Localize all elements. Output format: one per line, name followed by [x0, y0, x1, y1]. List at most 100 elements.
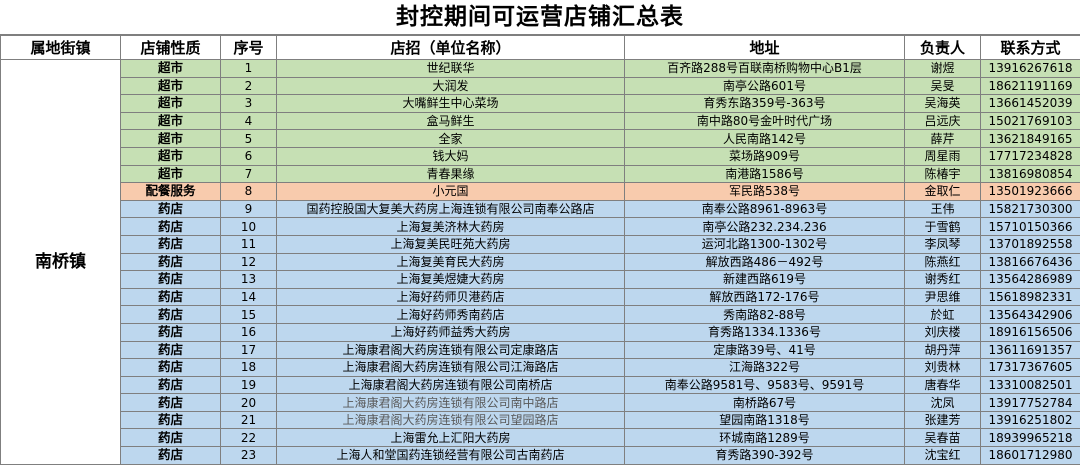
sheet-title: 封控期间可运营店铺汇总表	[0, 0, 1080, 35]
table-row: 药店 13 上海复美煜婕大药房 新建西路619号 谢秀红 13564286989	[1, 270, 1080, 289]
store-name-cell: 国药控股国大复美大药房上海连锁有限公司南奉公路店	[276, 199, 625, 219]
manager-cell: 金取仁	[904, 182, 981, 201]
header-town: 属地街镇	[0, 35, 121, 60]
manager-cell: 李凤琴	[904, 234, 981, 254]
store-name-cell: 上海康君阁大药房连锁有限公司定康路店	[276, 340, 625, 360]
address-cell: 南奉公路9581号、9583号、9591号	[624, 375, 905, 395]
number-cell: 13	[220, 270, 277, 289]
store-type-cell: 药店	[120, 199, 221, 219]
contact-cell: 18621191169	[980, 76, 1080, 96]
contact-cell: 15821730300	[980, 199, 1080, 219]
store-name-cell: 上海复美煜婕大药房	[276, 270, 625, 289]
contact-cell: 15021769103	[980, 111, 1080, 131]
contact-cell: 18916156506	[980, 322, 1080, 342]
number-cell: 7	[220, 164, 277, 184]
store-type-cell: 药店	[120, 428, 221, 448]
store-name-cell: 青春果缘	[276, 164, 625, 184]
table-row: 药店 21 上海康君阁大药房连锁有限公司望园路店 望园南路1318号 张建芳 139162…	[1, 410, 1080, 430]
number-cell: 2	[220, 76, 277, 96]
manager-cell: 沈宝红	[904, 446, 981, 465]
store-type-cell: 药店	[120, 375, 221, 395]
contact-cell: 18601712980	[980, 446, 1080, 465]
store-type-cell: 超市	[120, 94, 221, 113]
store-name-cell: 大润发	[276, 76, 625, 96]
address-cell: 南亭公路232.234.236	[624, 217, 905, 236]
header-store-type: 店铺性质	[120, 35, 221, 60]
header-number: 序号	[220, 35, 277, 60]
table-row: 药店 10 上海复美济林大药房 南亭公路232.234.236 于雪鹤 157101503…	[1, 217, 1080, 236]
contact-cell: 13917752784	[980, 393, 1080, 412]
header-manager: 负责人	[904, 35, 981, 60]
store-name-cell: 上海复美民旺苑大药房	[276, 234, 625, 254]
contact-cell: 13564286989	[980, 270, 1080, 289]
table-row: 南桥镇 超市 1 世纪联华 百齐路288号百联南桥购物中心B1层 谢煜 1391626761…	[0, 59, 1080, 465]
number-cell: 22	[220, 428, 277, 448]
number-cell: 9	[220, 199, 277, 219]
manager-cell: 于雪鹤	[904, 217, 981, 236]
header-address: 地址	[624, 35, 905, 60]
manager-cell: 胡丹萍	[904, 340, 981, 360]
spreadsheet: 封控期间可运营店铺汇总表 属地街镇 店铺性质 序号 店招（单位名称） 地址 负责…	[0, 0, 1080, 468]
table-row: 超市 5 全家 人民南路142号 薛芹 13621849165	[1, 129, 1080, 148]
address-cell: 望园南路1318号	[624, 410, 905, 430]
header-row: 属地街镇 店铺性质 序号 店招（单位名称） 地址 负责人 联系方式	[0, 35, 1080, 60]
table-row: 超市 7 青春果缘 南港路1586号 陈椿宇 13816980854	[1, 164, 1080, 184]
number-cell: 6	[220, 146, 277, 166]
store-type-cell: 药店	[120, 358, 221, 377]
table-row: 药店 23 上海人和堂国药连锁经营有限公司古南药店 育秀路390-392号 沈宝红 186…	[1, 446, 1080, 465]
table-row: 药店 19 上海康君阁大药房连锁有限公司南桥店 南奉公路9581号、9583号、959…	[1, 375, 1080, 395]
table-row: 超市 2 大润发 南亭公路601号 吴旻 18621191169	[1, 76, 1080, 96]
address-cell: 人民南路142号	[624, 129, 905, 148]
table-row: 药店 14 上海好药师贝港药店 解放西路172-176号 尹思维 15618982331	[1, 287, 1080, 307]
number-cell: 3	[220, 94, 277, 113]
table-row: 药店 17 上海康君阁大药房连锁有限公司定康路店 定康路39号、41号 胡丹萍 13611…	[1, 340, 1080, 360]
store-type-cell: 药店	[120, 393, 221, 412]
store-type-cell: 超市	[120, 76, 221, 96]
address-cell: 定康路39号、41号	[624, 340, 905, 360]
manager-cell: 王伟	[904, 199, 981, 219]
store-name-cell: 全家	[276, 129, 625, 148]
address-cell: 南亭公路601号	[624, 76, 905, 96]
store-type-cell: 药店	[120, 252, 221, 272]
contact-cell: 13816676436	[980, 252, 1080, 272]
address-cell: 新建西路619号	[624, 270, 905, 289]
table-row: 药店 16 上海好药师益秀大药房 育秀路1334.1336号 刘庆楼 1891615650…	[1, 322, 1080, 342]
store-type-cell: 药店	[120, 340, 221, 360]
address-cell: 环城南路1289号	[624, 428, 905, 448]
store-name-cell: 上海复美育民大药房	[276, 252, 625, 272]
contact-cell: 13701892558	[980, 234, 1080, 254]
store-name-cell: 钱大妈	[276, 146, 625, 166]
table-row: 药店 20 上海康君阁大药房连锁有限公司南中路店 南桥路67号 沈凤 1391775278…	[1, 393, 1080, 412]
address-cell: 南桥路67号	[624, 393, 905, 412]
manager-cell: 吴旻	[904, 76, 981, 96]
address-cell: 秀南路82-88号	[624, 305, 905, 324]
store-name-cell: 盒马鲜生	[276, 111, 625, 131]
contact-cell: 13621849165	[980, 129, 1080, 148]
address-cell: 南港路1586号	[624, 164, 905, 184]
header-store-name: 店招（单位名称）	[276, 35, 625, 60]
manager-cell: 吕远庆	[904, 111, 981, 131]
store-type-cell: 超市	[120, 111, 221, 131]
number-cell: 4	[220, 111, 277, 131]
manager-cell: 吴海英	[904, 94, 981, 113]
store-name-cell: 上海好药师秀南药店	[276, 305, 625, 324]
store-name-cell: 上海康君阁大药房连锁有限公司南中路店	[276, 393, 625, 412]
contact-cell: 13501923666	[980, 182, 1080, 201]
address-cell: 育秀东路359号-363号	[624, 94, 905, 113]
manager-cell: 周星雨	[904, 146, 981, 166]
manager-cell: 唐春华	[904, 375, 981, 395]
contact-cell: 13611691357	[980, 340, 1080, 360]
contact-cell: 13916267618	[980, 59, 1080, 78]
number-cell: 10	[220, 217, 277, 236]
number-cell: 19	[220, 375, 277, 395]
table-row: 超市 6 钱大妈 菜场路909号 周星雨 17717234828	[1, 146, 1080, 166]
number-cell: 15	[220, 305, 277, 324]
store-name-cell: 世纪联华	[276, 59, 625, 78]
address-cell: 南奉公路8961-8963号	[624, 199, 905, 219]
store-type-cell: 药店	[120, 446, 221, 465]
address-cell: 菜场路909号	[624, 146, 905, 166]
table-row: 药店 15 上海好药师秀南药店 秀南路82-88号 於虹 13564342906	[1, 305, 1080, 324]
address-cell: 江海路322号	[624, 358, 905, 377]
store-type-cell: 超市	[120, 129, 221, 148]
manager-cell: 陈椿宇	[904, 164, 981, 184]
